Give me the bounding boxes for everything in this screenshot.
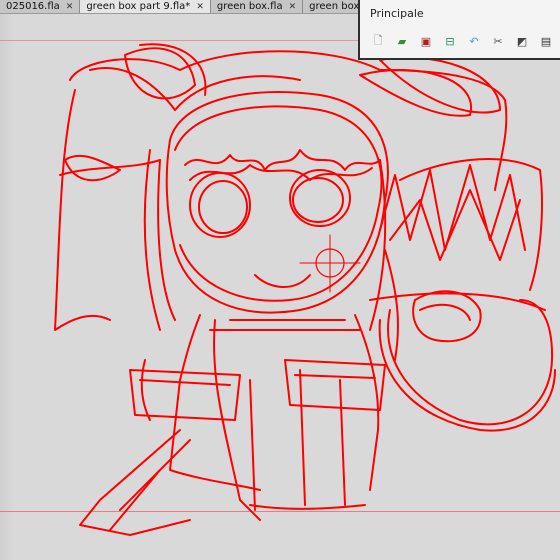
save-as-icon[interactable]: ⊟ bbox=[442, 33, 458, 49]
paste-icon[interactable]: ▤ bbox=[538, 33, 554, 49]
panel-title: Principale bbox=[370, 7, 424, 20]
red-sketch-drawing bbox=[54, 43, 556, 536]
cut-icon[interactable]: ✂ bbox=[490, 33, 506, 49]
undo-icon[interactable]: ↶ bbox=[466, 33, 482, 49]
panel-icon-row: 🗋 ▰ ▣ ⊟ ↶ ✂ ◩ ▤ bbox=[370, 33, 554, 49]
copy-icon[interactable]: ◩ bbox=[514, 33, 530, 49]
save-icon[interactable]: ▣ bbox=[418, 33, 434, 49]
open-folder-icon[interactable]: ▰ bbox=[394, 33, 410, 49]
principale-toolbar-panel: Principale 🗋 ▰ ▣ ⊟ ↶ ✂ ◩ ▤ bbox=[358, 0, 560, 60]
new-file-icon[interactable]: 🗋 bbox=[370, 33, 386, 49]
